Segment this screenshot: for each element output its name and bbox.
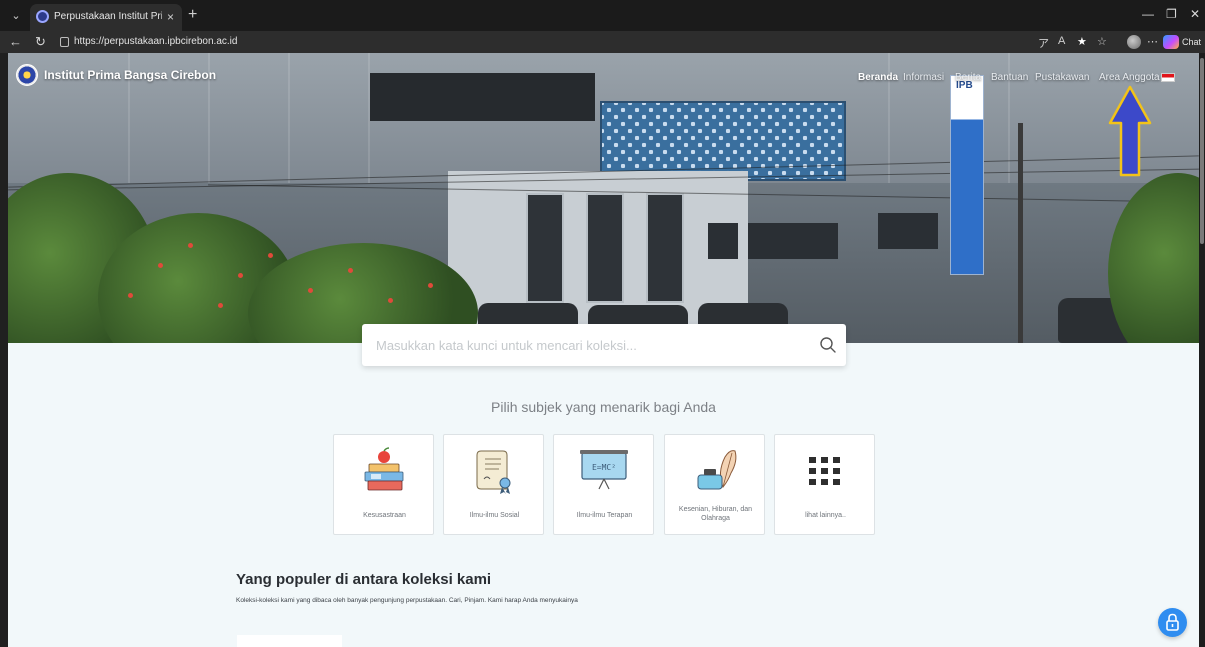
- hero-banner: IPB Institut Prima Bangsa Cirebon Berand…: [8, 53, 1199, 343]
- tab-list-icon[interactable]: ⌄: [8, 8, 24, 24]
- nav-berita[interactable]: Berita: [955, 72, 981, 83]
- subjects-heading: Pilih subjek yang menarik bagi Anda: [491, 399, 716, 415]
- board-formula-text: E=MC²: [592, 463, 616, 472]
- reload-icon[interactable]: ↻: [35, 34, 46, 50]
- tab-title: Perpustakaan Institut Prima Bangs: [54, 11, 162, 22]
- restore-icon[interactable]: ❐: [1166, 7, 1177, 21]
- subject-label: Ilmu-ilmu Terapan: [576, 512, 633, 519]
- page-viewport: IPB Institut Prima Bangsa Cirebon Berand…: [8, 53, 1199, 647]
- profile-icon[interactable]: [1127, 35, 1141, 49]
- more-icon[interactable]: ⋯: [1147, 35, 1158, 48]
- search-icon[interactable]: [819, 336, 837, 354]
- subject-card-ilmu-terapan[interactable]: E=MC² Ilmu-ilmu Terapan: [553, 434, 654, 535]
- subject-card-kesenian[interactable]: Kesenian, Hiburan, dan Olahraga: [664, 434, 765, 535]
- nav-beranda[interactable]: Beranda: [858, 72, 898, 83]
- building-window: [370, 73, 595, 121]
- browser-tab[interactable]: Perpustakaan Institut Prima Bangs ×: [30, 4, 182, 31]
- copilot-icon[interactable]: [1163, 35, 1179, 49]
- back-icon[interactable]: ←: [9, 34, 22, 49]
- popular-collection-card[interactable]: [237, 635, 342, 647]
- chat-label[interactable]: Chat: [1182, 37, 1201, 47]
- address-bar: ← ↻ https://perpustakaan.ipbcirebon.ac.i…: [0, 31, 1205, 53]
- member-login-button[interactable]: [1158, 608, 1187, 637]
- search-box: [362, 324, 846, 366]
- grid-icon: [809, 457, 840, 485]
- favorite-icon[interactable]: ★: [1077, 35, 1087, 48]
- search-input[interactable]: [376, 335, 796, 355]
- lock-icon[interactable]: [60, 37, 69, 47]
- nav-area-anggota[interactable]: Area Anggota: [1099, 72, 1160, 83]
- subject-card-lihat-lainnya[interactable]: lihat lainnya..: [774, 434, 875, 535]
- decorative-lattice: [600, 101, 846, 181]
- subject-label: Kesusastraan: [363, 512, 406, 519]
- nav-bantuan[interactable]: Bantuan: [991, 72, 1028, 83]
- nav-informasi[interactable]: Informasi: [903, 72, 944, 83]
- favorites-icon[interactable]: ☆: [1097, 35, 1107, 48]
- institution-logo-icon: [16, 64, 38, 86]
- language-flag-icon[interactable]: [1161, 73, 1175, 82]
- browser-tab-bar: ⌄ Perpustakaan Institut Prima Bangs × + …: [0, 0, 1205, 31]
- new-tab-icon[interactable]: +: [188, 6, 197, 24]
- brand-name: Institut Prima Bangsa Cirebon: [44, 68, 217, 82]
- translate-icon[interactable]: ア: [1038, 35, 1049, 51]
- popular-subtitle: Koleksi-koleksi kami yang dibaca oleh ba…: [236, 597, 578, 604]
- subject-card-kesusastraan[interactable]: Kesusastraan: [333, 434, 434, 535]
- url-field[interactable]: https://perpustakaan.ipbcirebon.ac.id: [74, 36, 237, 47]
- minimize-icon[interactable]: —: [1142, 7, 1154, 21]
- subject-label: lihat lainnya..: [805, 512, 846, 519]
- site-favicon-icon: [36, 10, 49, 23]
- whiteboard-formula-icon: E=MC²: [580, 450, 628, 490]
- ipb-sign: [950, 75, 984, 275]
- nav-pustakawan[interactable]: Pustakawan: [1035, 72, 1089, 83]
- read-aloud-icon[interactable]: A: [1058, 35, 1065, 47]
- tab-close-icon[interactable]: ×: [167, 10, 174, 24]
- scrollbar-thumb[interactable]: [1200, 58, 1204, 244]
- subject-label: Kesenian, Hiburan, dan Olahraga: [678, 506, 753, 522]
- popular-title: Yang populer di antara koleksi kami: [236, 571, 492, 588]
- certificate-icon: [476, 450, 511, 494]
- ink-quill-icon: [697, 450, 737, 490]
- lock-open-icon: [1166, 613, 1179, 631]
- subject-card-ilmu-sosial[interactable]: Ilmu-ilmu Sosial: [443, 434, 544, 535]
- books-apple-icon: [364, 447, 404, 491]
- subject-label: Ilmu-ilmu Sosial: [469, 512, 520, 519]
- annotation-arrow-icon: [1108, 85, 1152, 177]
- close-icon[interactable]: ✕: [1190, 7, 1200, 21]
